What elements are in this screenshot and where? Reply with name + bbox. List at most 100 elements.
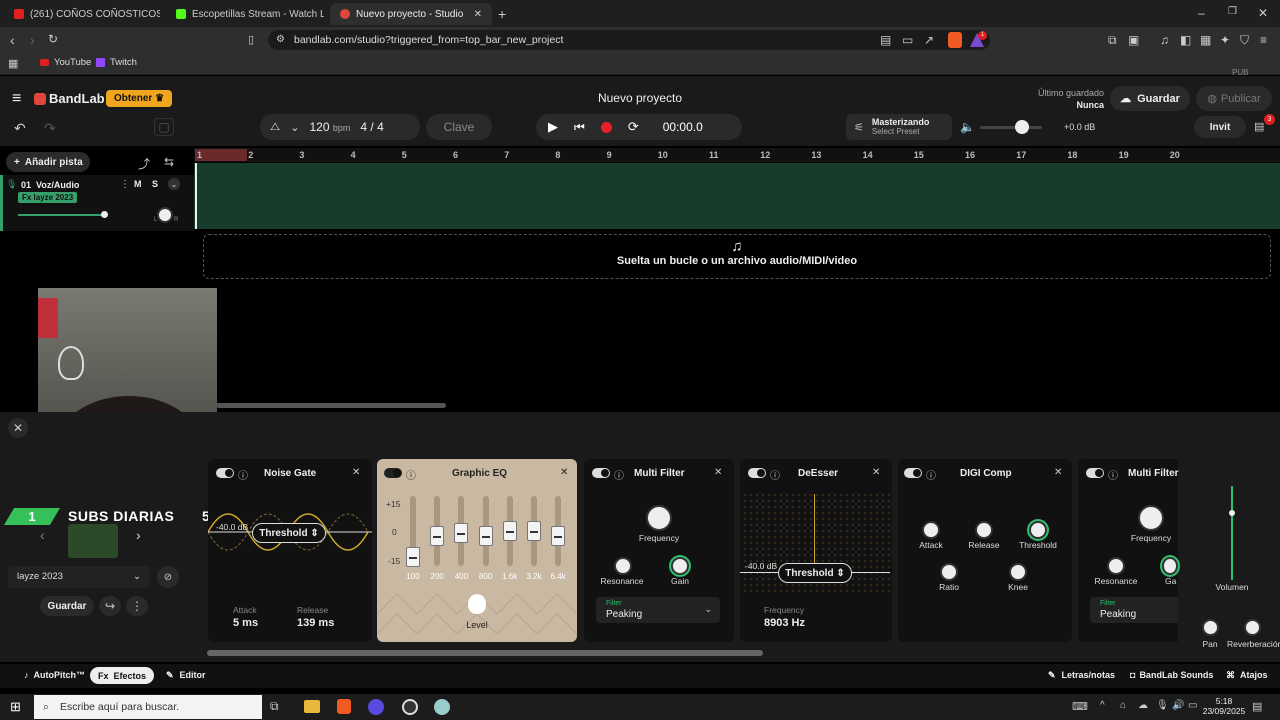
metronome-icon[interactable]: ⧍ xyxy=(270,121,280,134)
multi-filter-2-type-select[interactable]: Filter Peaking xyxy=(1090,597,1178,623)
track-settings-icon[interactable]: ⇆ xyxy=(164,155,174,169)
loop-region[interactable] xyxy=(195,149,247,161)
back-icon[interactable]: ‹ xyxy=(10,32,15,48)
comp-release-knob[interactable] xyxy=(975,521,993,539)
preset-prev-icon[interactable]: ‹ xyxy=(40,527,45,543)
bypass-fx-icon[interactable]: ⊘ xyxy=(157,566,179,588)
drop-zone[interactable]: ♫ Suelta un bucle o un archivo audio/MID… xyxy=(203,234,1271,279)
mute-button[interactable]: M xyxy=(134,179,142,189)
timeline-scrollbar[interactable] xyxy=(216,403,446,408)
skip-back-icon[interactable]: ⏮ xyxy=(574,120,585,135)
preset-thumbnail[interactable] xyxy=(68,524,118,558)
info-icon[interactable]: ⓘ xyxy=(770,467,780,482)
close-panel-icon[interactable]: ✕ xyxy=(8,418,28,438)
remove-fx-icon[interactable]: ✕ xyxy=(560,467,568,478)
multi-filter-type-select[interactable]: Filter Peaking ⌄ xyxy=(596,597,720,623)
track-volume-slider[interactable] xyxy=(18,214,106,216)
reverb-knob[interactable] xyxy=(1244,619,1261,636)
info-icon[interactable]: ⓘ xyxy=(926,467,936,482)
editor-tab[interactable]: ✎ Editor xyxy=(166,670,206,681)
apps-grid-icon[interactable]: ▦ xyxy=(8,57,18,70)
bpm-field[interactable]: 120 bpm xyxy=(309,120,350,134)
wallet2-icon[interactable]: ▦ xyxy=(1200,33,1211,47)
multi-filter-2-gain-knob[interactable] xyxy=(1162,557,1178,575)
eq-band-handle[interactable] xyxy=(551,525,566,546)
graphic-eq-toggle[interactable] xyxy=(384,468,402,478)
comp-threshold-knob[interactable] xyxy=(1029,521,1047,539)
eq-band-handle[interactable] xyxy=(478,525,493,546)
playhead[interactable] xyxy=(195,163,197,229)
clock[interactable]: 5:18 23/09/2025 xyxy=(1202,696,1246,716)
eq-band-handle[interactable] xyxy=(527,521,541,541)
collapse-track-icon[interactable]: ⌄ xyxy=(168,178,180,190)
info-icon[interactable]: ⓘ xyxy=(1108,467,1118,482)
network-icon[interactable]: ⌂ xyxy=(1120,700,1126,711)
minimize-icon[interactable]: – xyxy=(1198,6,1205,20)
preset-more-icon[interactable]: ⋮ xyxy=(126,596,148,616)
keyboard-icon[interactable]: ⌨ xyxy=(1072,700,1088,713)
bookmark-icon[interactable]: ▯ xyxy=(248,33,254,46)
track-title[interactable]: 01 Voz/Audio xyxy=(21,180,79,190)
volume-icon[interactable]: 🔈 xyxy=(960,120,975,134)
mastering-button[interactable]: ⚟ Masterizando Select Preset xyxy=(846,114,952,140)
master-volume-slider[interactable] xyxy=(980,126,1042,129)
preset-select[interactable]: layze 2023 ⌄ xyxy=(8,566,150,588)
comp-knee-knob[interactable] xyxy=(1009,563,1027,581)
new-tab-icon[interactable]: + xyxy=(498,6,506,22)
windows-start-icon[interactable]: ⊞ xyxy=(10,699,21,715)
chevron-down-icon[interactable]: ⌄ xyxy=(290,121,299,134)
add-track-button[interactable]: + Añadir pista xyxy=(6,152,90,172)
collab-icon[interactable]: ▤ xyxy=(1254,120,1264,133)
close-window-icon[interactable]: ✕ xyxy=(1258,6,1268,20)
brave-shield-icon[interactable] xyxy=(948,32,962,48)
play-icon[interactable]: ▶ xyxy=(548,119,558,135)
remove-fx-icon[interactable]: ✕ xyxy=(714,467,722,478)
fx-scrollbar[interactable] xyxy=(207,650,763,656)
chevron-up-icon[interactable]: ^ xyxy=(1100,700,1105,711)
volume-fader[interactable] xyxy=(1231,486,1233,580)
noise-gate-toggle[interactable] xyxy=(216,468,234,478)
cloud-icon[interactable]: ☁ xyxy=(1138,700,1148,711)
attack-value[interactable]: 5 ms xyxy=(233,617,258,629)
eq-level-knob[interactable] xyxy=(468,594,486,614)
fullscreen-icon[interactable]: ▢ xyxy=(154,118,174,136)
key-button[interactable]: Clave xyxy=(426,114,492,140)
media-icon[interactable]: ♫ xyxy=(1160,33,1169,47)
eq-band-handle[interactable] xyxy=(502,521,517,541)
fx-tag[interactable]: Fx layze 2023 xyxy=(18,192,78,203)
file-explorer-icon[interactable] xyxy=(304,700,320,713)
share-icon[interactable]: ↗ xyxy=(924,33,934,47)
discord-taskbar-icon[interactable] xyxy=(368,699,384,715)
deesser-freq-value[interactable]: 8903 Hz xyxy=(764,617,805,629)
eq-band-handle[interactable] xyxy=(406,546,420,567)
reader-icon[interactable]: ▤ xyxy=(880,33,891,47)
undo-icon[interactable]: ↶ xyxy=(14,120,26,137)
bandlab-logo[interactable]: BandLab xyxy=(34,91,105,106)
solo-button[interactable]: S xyxy=(152,179,158,189)
automation-icon[interactable]: ⤴ xyxy=(138,155,150,172)
track-lane[interactable] xyxy=(194,163,1280,229)
multi-filter-2-frequency-knob[interactable] xyxy=(1138,505,1164,531)
tab-youtube[interactable]: (261) COÑOS COÑOSTICOS ARISTO... xyxy=(4,3,160,25)
comp-ratio-knob[interactable] xyxy=(940,563,958,581)
obs-taskbar-icon[interactable] xyxy=(402,699,418,715)
save-button[interactable]: ☁ Guardar xyxy=(1110,86,1190,111)
brave-taskbar-icon[interactable] xyxy=(337,699,351,714)
extensions-icon[interactable]: ⧉ xyxy=(1108,33,1117,48)
time-signature[interactable]: 4 / 4 xyxy=(360,120,383,134)
cast-icon[interactable]: ▭ xyxy=(902,33,913,47)
track-pan-knob[interactable] xyxy=(157,207,173,223)
bookmark-youtube[interactable]: YouTube xyxy=(40,57,91,68)
multi-filter-toggle[interactable] xyxy=(592,468,610,478)
bookmark-twitch[interactable]: Twitch xyxy=(96,57,137,68)
tab-kick[interactable]: Escopetillas Stream - Watch Live on... xyxy=(166,3,324,25)
multi-filter-resonance-knob[interactable] xyxy=(614,557,632,575)
battery-icon[interactable]: ▭ xyxy=(1188,700,1197,711)
publish-button[interactable]: ◍ Publicar xyxy=(1196,86,1272,111)
noise-gate-threshold-button[interactable]: Threshold ⇕ xyxy=(252,523,326,543)
redo-icon[interactable]: ↷ xyxy=(44,120,56,137)
effects-tab[interactable]: Fx Efectos xyxy=(90,667,154,684)
wallet-icon[interactable]: ▣ xyxy=(1128,33,1139,47)
obtener-button[interactable]: Obtener ♛ xyxy=(106,90,172,107)
volume-fader-handle[interactable] xyxy=(1229,510,1235,516)
